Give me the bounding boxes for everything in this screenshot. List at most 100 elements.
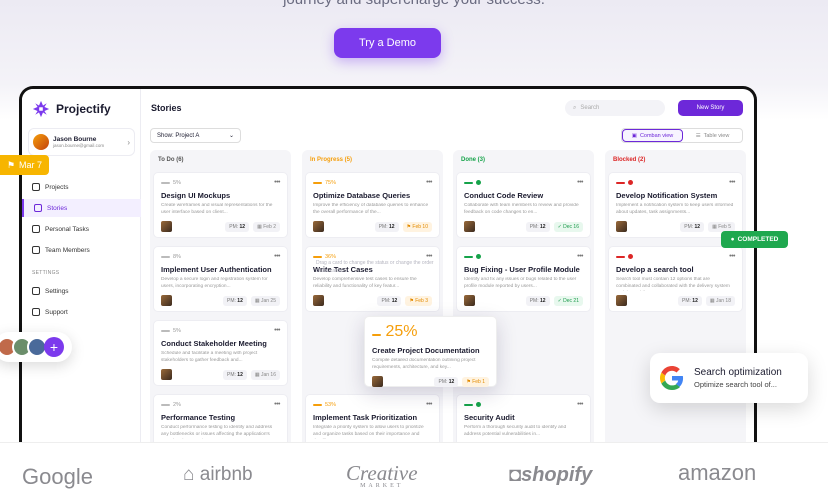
try-demo-button[interactable]: Try a Demo bbox=[334, 28, 441, 58]
table-view-button[interactable]: ☰ Table view bbox=[683, 129, 742, 142]
due-date: ▦ Jan 25 bbox=[250, 295, 280, 306]
progress-value: 53% bbox=[325, 401, 337, 408]
app-logo[interactable]: Projectify bbox=[32, 100, 111, 118]
progress-bar bbox=[464, 181, 473, 184]
card-title: Security Audit bbox=[464, 413, 515, 422]
dragging-card[interactable]: 25% Create Project Documentation Compile… bbox=[364, 316, 497, 387]
more-options-icon[interactable]: ••• bbox=[729, 253, 735, 260]
more-options-icon[interactable]: ••• bbox=[274, 401, 280, 408]
more-options-icon[interactable]: ••• bbox=[274, 327, 280, 334]
card-footer: PM: 12 ▦ Jan 18 bbox=[616, 295, 735, 306]
airbnb-icon: ⌂ bbox=[183, 464, 200, 485]
creative-market-brand: Creative MARKET bbox=[346, 461, 418, 489]
new-story-button[interactable]: New Story bbox=[678, 100, 743, 116]
progress-bar bbox=[313, 403, 322, 406]
sidebar-item-team-members[interactable]: Team Members bbox=[22, 241, 141, 259]
assignee-avatar bbox=[616, 221, 627, 232]
check-icon bbox=[476, 402, 481, 407]
assignee-avatar bbox=[313, 221, 324, 232]
more-options-icon[interactable]: ••• bbox=[577, 253, 583, 260]
progress-bar bbox=[161, 329, 170, 332]
view-toggle: ▣ Comban view ☰ Table view bbox=[621, 128, 743, 143]
assignee-avatar bbox=[161, 221, 172, 232]
more-options-icon[interactable]: ••• bbox=[729, 179, 735, 186]
story-card[interactable]: 5% ••• Design UI Mockups Create wireframes … bbox=[153, 172, 288, 238]
card-description: Integrate a priority system to allow use… bbox=[313, 425, 424, 439]
progress-bar bbox=[464, 403, 473, 406]
card-status: 8% ••• bbox=[161, 253, 280, 260]
blocked-icon bbox=[628, 254, 633, 259]
pm-badge: PM: 12 bbox=[680, 221, 705, 232]
progress-value: 75% bbox=[325, 179, 337, 186]
progress-value: 8% bbox=[173, 253, 181, 260]
story-card[interactable]: ••• Develop a search tool Search tool must… bbox=[608, 246, 743, 312]
column-header: In Progress (5) bbox=[310, 157, 353, 163]
card-status: 53% ••• bbox=[313, 401, 432, 408]
user-profile[interactable]: Jason Bourne jason.bourne@gmail.com › bbox=[28, 128, 135, 156]
card-title: Develop a search tool bbox=[616, 265, 694, 274]
progress-value: 5% bbox=[173, 179, 181, 186]
more-options-icon[interactable]: ••• bbox=[426, 179, 432, 186]
sidebar-item-projects[interactable]: Projects bbox=[22, 178, 141, 196]
kanban-column: To Do (6) 5% ••• Design UI Mockups Create wi… bbox=[150, 150, 291, 456]
due-date: ▦ Jan 16 bbox=[250, 369, 280, 380]
card-title: Conduct Stakeholder Meeting bbox=[161, 339, 267, 348]
combo-view-button[interactable]: ▣ Comban view bbox=[622, 129, 683, 142]
card-status: ••• bbox=[464, 179, 583, 186]
assignee-avatar bbox=[161, 295, 172, 306]
flag-icon: ⚑ bbox=[6, 159, 16, 170]
more-options-icon[interactable]: ••• bbox=[426, 401, 432, 408]
progress-bar bbox=[616, 181, 625, 184]
card-footer: PM: 12▦ Jan 25 bbox=[161, 295, 280, 306]
card-footer: PM: 12 ✓ Dec 21 bbox=[464, 295, 583, 306]
assignee-avatar bbox=[161, 369, 172, 380]
due-date: ✓ Dec 21 bbox=[553, 295, 583, 306]
google-logo-icon bbox=[660, 366, 684, 390]
more-options-icon[interactable]: ••• bbox=[274, 253, 280, 260]
card-title: Create Project Documentation bbox=[372, 346, 480, 355]
progress-bar bbox=[161, 403, 170, 406]
progress-bar bbox=[313, 181, 322, 184]
card-title: Implement User Authentication bbox=[161, 265, 272, 274]
hero-subtitle: journey and supercharge your success. bbox=[0, 0, 828, 8]
document-icon bbox=[32, 183, 40, 191]
sidebar: Projectify Jason Bourne jason.bourne@gma… bbox=[22, 89, 141, 456]
card-status: 5% ••• bbox=[161, 179, 280, 186]
sidebar-item-settings[interactable]: Settings bbox=[22, 282, 141, 300]
check-icon bbox=[476, 180, 481, 185]
add-member-button[interactable]: + bbox=[44, 337, 64, 357]
card-status: ••• bbox=[464, 253, 583, 260]
pm-badge: PM: 12 bbox=[374, 221, 399, 232]
search-icon: ⌕ bbox=[573, 104, 577, 111]
sidebar-item-stories[interactable]: Stories bbox=[22, 199, 141, 217]
sidebar-item-label: Settings bbox=[45, 287, 69, 295]
card-description: Identify and fix any issues or bugs rela… bbox=[464, 277, 577, 289]
settings-heading: SETTINGS bbox=[32, 270, 60, 276]
story-card[interactable]: 8% ••• Implement User Authentication Develo… bbox=[153, 246, 288, 312]
card-description: Search tool must contain 12 options that… bbox=[616, 277, 730, 291]
card-status: 5% ••• bbox=[161, 327, 280, 334]
due-date: ⚑ Feb 1 bbox=[462, 376, 489, 387]
story-card[interactable]: ••• Bug Fixing - User Profile Module Ident… bbox=[456, 246, 591, 312]
card-description: Develop a secure login and registration … bbox=[161, 277, 268, 289]
user-email: jason.bourne@gmail.com bbox=[53, 143, 105, 148]
card-description: Implement a notification system to keep … bbox=[616, 203, 734, 215]
chevron-right-icon: › bbox=[127, 137, 130, 147]
card-description: Conduct performance testing to identify … bbox=[161, 425, 273, 439]
progress-bar bbox=[161, 255, 170, 258]
card-description: Perform a thorough security audit to ide… bbox=[464, 425, 567, 437]
story-card[interactable]: ••• Develop Notification System Implement … bbox=[608, 172, 743, 238]
more-options-icon[interactable]: ••• bbox=[274, 179, 280, 186]
assignee-avatar bbox=[616, 295, 627, 306]
more-options-icon[interactable]: ••• bbox=[577, 179, 583, 186]
search-input[interactable]: ⌕ Search bbox=[565, 100, 665, 116]
airbnb-brand: ⌂ airbnb bbox=[183, 464, 253, 485]
story-card[interactable]: ••• Conduct Code Review Collaborate with t… bbox=[456, 172, 591, 238]
story-card[interactable]: 5% ••• Conduct Stakeholder Meeting Schedule… bbox=[153, 320, 288, 386]
sidebar-item-personal-tasks[interactable]: Personal Tasks bbox=[22, 220, 141, 238]
assignee-avatar bbox=[372, 376, 383, 387]
story-card[interactable]: 75% ••• Optimize Database Queries Improve t… bbox=[305, 172, 440, 238]
more-options-icon[interactable]: ••• bbox=[577, 401, 583, 408]
project-filter-select[interactable]: Show: Project A ⌄ bbox=[150, 128, 241, 143]
sidebar-item-support[interactable]: Support bbox=[22, 303, 141, 321]
